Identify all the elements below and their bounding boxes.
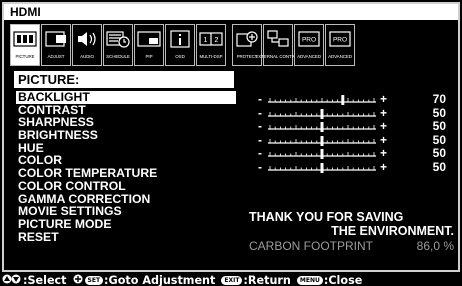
category-tabs: PICTURE ADJUST AUDIO SCHEDULE PIP OSD 1 2 MULTI-… xyxy=(10,24,356,66)
menu-item-picture-mode[interactable]: PICTURE MODE xyxy=(16,218,236,231)
audio-icon xyxy=(74,28,100,50)
slider-plus: + xyxy=(380,92,388,106)
external-control-icon xyxy=(265,28,291,50)
input-source-title: HDMI xyxy=(4,4,458,20)
svg-text:PRO: PRO xyxy=(302,37,316,44)
slider-minus: - xyxy=(258,119,262,134)
tab-advanced[interactable]: PRO ADVANCED xyxy=(325,24,355,66)
set-key-badge: SET xyxy=(84,275,104,285)
osd-menu-frame: HDMI PICTURE ADJUST AUDIO SCHEDULE PIP OSD 1 2 M… xyxy=(2,2,460,272)
tab-label: ADVANCED xyxy=(297,54,321,59)
menu-item-backlight[interactable]: BACKLIGHT xyxy=(16,91,236,104)
eco-message-line1: THANK YOU FOR SAVING xyxy=(249,210,404,224)
picture-menu-list: BACKLIGHT CONTRAST SHARPNESS BRIGHTNESS HUE C… xyxy=(16,91,236,243)
slider-track[interactable] xyxy=(268,135,376,146)
slider-value: 50 xyxy=(432,146,446,161)
slider-track[interactable] xyxy=(268,149,376,160)
up-down-arrows-icon xyxy=(2,274,22,286)
svg-text:2: 2 xyxy=(215,37,219,44)
pip-icon xyxy=(136,28,162,50)
slider-plus: + xyxy=(380,132,388,147)
category-title: PICTURE: xyxy=(14,71,234,88)
slider-track[interactable] xyxy=(268,95,376,105)
multi-dsp-icon: 12 xyxy=(198,28,224,50)
tab-label: ADVANCED xyxy=(328,54,352,59)
eco-message-line2: THE ENVIRONMENT. xyxy=(331,224,454,238)
slider-minus: - xyxy=(258,132,262,147)
svg-text:PRO: PRO xyxy=(333,37,347,44)
tab-label: PICTURE xyxy=(15,54,35,59)
slider-color[interactable]: - +50 xyxy=(258,159,458,176)
slider-track[interactable] xyxy=(268,122,376,133)
tab-osd[interactable]: OSD xyxy=(165,24,195,66)
slider-minus: - xyxy=(258,159,262,174)
slider-minus: - xyxy=(258,146,262,161)
tab-label: ADJUST xyxy=(47,54,65,59)
slider-minus: - xyxy=(258,105,262,120)
tab-multi-dsp[interactable]: 1 2 MULTI-DSP xyxy=(196,24,226,66)
picture-icon xyxy=(12,28,38,50)
tab-schedule[interactable]: SCHEDULE xyxy=(103,24,133,66)
tab-advanced[interactable]: PRO ADVANCED xyxy=(294,24,324,66)
slider-plus: + xyxy=(380,119,388,134)
tab-label: PROTECT xyxy=(236,54,258,59)
slider-track[interactable] xyxy=(268,108,376,119)
key-guide-bar: :Select SET :Goto Adjustment EXIT :Retur… xyxy=(0,274,462,286)
pro-icon: PRO xyxy=(296,28,322,50)
svg-text:1: 1 xyxy=(204,37,208,44)
tab-pip[interactable]: PIP xyxy=(134,24,164,66)
pro-icon: PRO xyxy=(327,28,353,50)
menu-item-reset[interactable]: RESET xyxy=(16,230,236,244)
slider-value: 70 xyxy=(432,92,446,106)
carbon-footprint-label: CARBON FOOTPRINT xyxy=(249,239,374,253)
tab-picture[interactable]: PICTURE xyxy=(10,24,40,66)
adjust-icon xyxy=(43,28,69,50)
slider-value: 50 xyxy=(432,159,446,174)
carbon-footprint-value: 86,0 % xyxy=(416,239,454,253)
exit-key-badge: EXIT xyxy=(221,275,243,285)
slider-plus: + xyxy=(380,146,388,161)
goto-adjustment-hint: :Goto Adjustment xyxy=(104,273,216,286)
tab-protect[interactable]: PROTECT xyxy=(232,24,262,66)
menu-item-color-control[interactable]: COLOR CONTROL xyxy=(16,180,236,193)
tab-label: AUDIO xyxy=(80,54,94,59)
tab-label: SCHEDULE xyxy=(106,54,130,59)
menu-item-movie-settings[interactable]: MOVIE SETTINGS xyxy=(16,205,236,218)
protect-icon xyxy=(234,28,260,50)
close-hint: :Close xyxy=(323,273,363,286)
tab-adjust[interactable]: ADJUST xyxy=(41,24,71,66)
tab-external-control[interactable]: EXTERNAL CONTROL xyxy=(255,24,301,66)
tab-label: MULTI-DSP xyxy=(199,54,223,59)
schedule-icon xyxy=(105,28,131,50)
slider-plus: + xyxy=(380,159,388,174)
return-hint: :Return xyxy=(243,273,291,286)
menu-item-brightness[interactable]: BRIGHTNESS xyxy=(16,129,236,142)
slider-track[interactable] xyxy=(268,162,376,173)
slider-value: 50 xyxy=(432,132,446,147)
plus-minus-icon xyxy=(73,274,83,286)
tab-audio[interactable]: AUDIO xyxy=(72,24,102,66)
slider-panel: - +70 - +50 - +50 - +50 - +50 - +50 xyxy=(258,92,458,176)
select-hint: :Select xyxy=(23,273,67,286)
osd-icon xyxy=(167,28,193,50)
tab-label: PIP xyxy=(145,54,153,59)
menu-item-color-temperature[interactable]: COLOR TEMPERATURE xyxy=(16,167,236,180)
slider-value: 50 xyxy=(432,119,446,134)
slider-value: 50 xyxy=(432,105,446,120)
menu-key-badge: MENU xyxy=(296,275,323,285)
slider-minus: - xyxy=(258,92,262,106)
slider-plus: + xyxy=(380,105,388,120)
tab-label: OSD xyxy=(175,54,185,59)
